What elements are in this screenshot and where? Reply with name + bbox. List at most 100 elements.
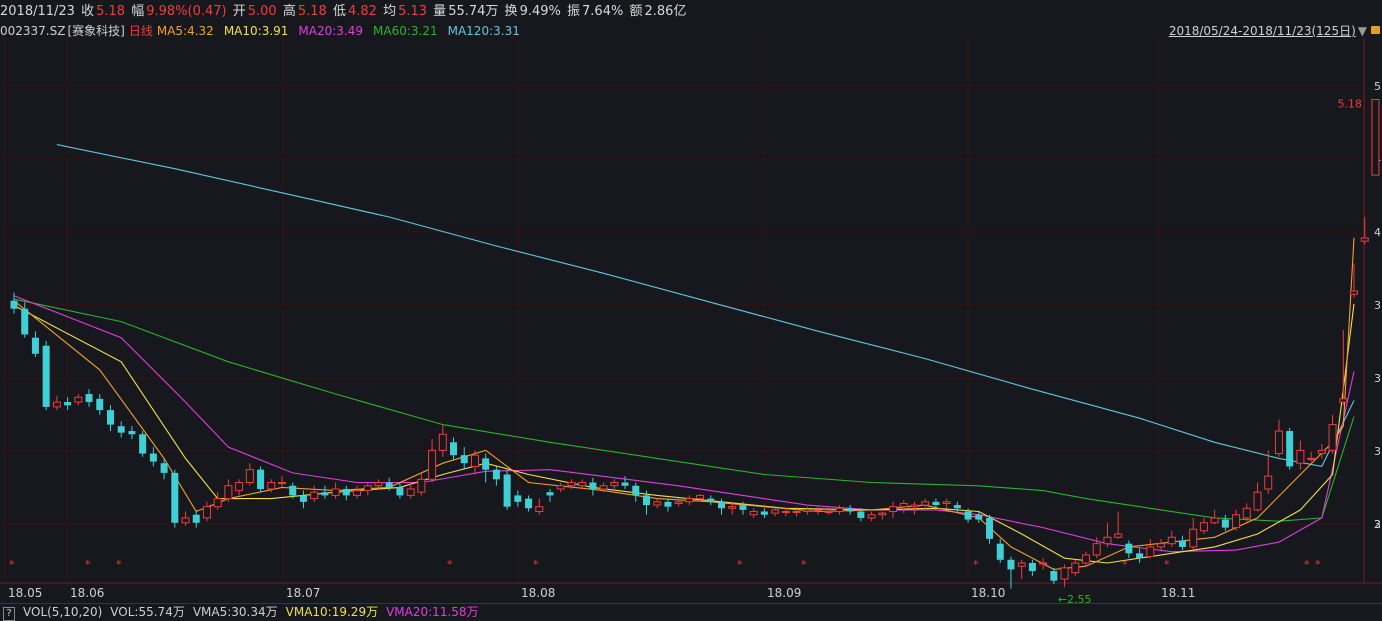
candle-body: [299, 495, 307, 502]
candle-body: [128, 431, 136, 435]
candle-body: [781, 511, 790, 513]
candle-body: [953, 505, 961, 509]
x-tick-label: 18.11: [1161, 586, 1195, 600]
candle-body: [310, 491, 319, 500]
dropdown-triangle-icon[interactable]: ▼: [1358, 24, 1367, 38]
high-value: 5.18: [297, 4, 327, 19]
candle-body: [385, 482, 393, 488]
candle-body: [760, 511, 768, 515]
candle-body: [1242, 507, 1251, 519]
amount-value: 2.86亿: [644, 4, 687, 19]
candle-body: [1296, 449, 1305, 464]
ma60-line: [13, 298, 1355, 522]
candle-body: [589, 482, 597, 489]
candle-body: [74, 396, 83, 403]
candle-body: [396, 487, 404, 496]
candle-body: [621, 482, 629, 486]
candle-body: [353, 490, 362, 496]
vol-params: VOL(5,10,20): [23, 605, 103, 619]
event-star-icon: *: [1315, 558, 1321, 571]
candle-body: [331, 488, 340, 496]
candle-body: [267, 482, 276, 490]
low-label: 低: [332, 4, 346, 19]
event-star-icon: *: [1164, 558, 1170, 571]
date-range-text[interactable]: 2018/05/24-2018/11/23(125日): [1169, 24, 1356, 38]
y-tick-label: 2.: [1374, 518, 1382, 531]
candle-body: [417, 478, 426, 493]
stock-code: 002337.SZ: [0, 24, 66, 38]
open-value: 5.00: [247, 4, 277, 19]
candle-body: [42, 345, 50, 407]
candle-body: [996, 543, 1004, 560]
candle-body: [342, 488, 350, 496]
candle-body: [224, 485, 233, 500]
candle-body: [921, 501, 930, 506]
candle-body: [964, 511, 972, 520]
event-star-icon: *: [85, 558, 91, 571]
candle-body: [546, 492, 554, 496]
candle-body: [106, 410, 114, 425]
candle-body: [1232, 514, 1241, 529]
candle-body: [610, 482, 619, 487]
help-icon[interactable]: ?: [3, 607, 15, 621]
candle-body: [1339, 398, 1348, 403]
swing-value: 7.64%: [582, 4, 624, 19]
candle-body: [52, 401, 61, 408]
candle-body: [642, 495, 650, 506]
candle-body: [235, 482, 244, 492]
candle-body: [1103, 536, 1112, 545]
lock-icon[interactable]: [1371, 26, 1380, 34]
candle-body: [374, 482, 383, 487]
quote-date: 2018/11/23: [0, 4, 75, 19]
candle-body: [171, 472, 179, 523]
candle-body: [117, 426, 125, 433]
candle-body: [986, 517, 994, 539]
candle-body: [1136, 553, 1144, 559]
vol-label: 量: [433, 4, 447, 19]
avg-label: 均: [383, 4, 397, 19]
ma10-legend: MA10:3.91: [223, 24, 289, 38]
candle-body: [482, 458, 490, 470]
candle-body: [31, 337, 39, 354]
candle-body: [460, 455, 468, 464]
candle-body: [771, 509, 780, 514]
ma-legend-bar: 002337.SZ [赛象科技] 日线 MA5:4.32 MA10:3.91 MA20:3…: [0, 23, 530, 39]
x-tick-label: 18.06: [70, 586, 104, 600]
candle-body: [213, 498, 222, 508]
candle-body: [160, 463, 168, 473]
date-range[interactable]: 2018/05/24-2018/11/23(125日) ▼: [1169, 23, 1380, 39]
event-star-icon: *: [737, 558, 743, 571]
candle-body: [1157, 543, 1166, 548]
candle-body: [1199, 522, 1208, 532]
stock-name: [赛象科技]: [67, 24, 125, 38]
candle-body: [1317, 449, 1326, 455]
candle-body: [149, 453, 157, 462]
close-label: 收: [81, 4, 95, 19]
close-value: 5.18: [96, 4, 126, 19]
candle-body: [1125, 543, 1133, 554]
candle-body: [1360, 237, 1369, 242]
ma5-line: [13, 237, 1355, 570]
candle-body: [664, 501, 672, 507]
low-annotation: ←2.55: [1058, 593, 1092, 603]
candle-body: [492, 469, 500, 480]
candle-body: [1028, 563, 1036, 572]
candle-body: [450, 442, 458, 456]
amp-label: 幅: [131, 4, 145, 19]
candle-body: [814, 509, 822, 512]
candle-body: [632, 485, 640, 496]
candle-body: [470, 454, 479, 467]
candle-body: [192, 514, 200, 523]
x-tick-label: 18.05: [8, 586, 42, 600]
x-tick-label: 18.07: [286, 586, 320, 600]
y-tick-label: 4.: [1374, 226, 1382, 239]
candle-body: [1350, 290, 1358, 295]
period-selector[interactable]: 日线: [129, 24, 153, 38]
ma20-line: [13, 295, 1355, 553]
candlestick-chart[interactable]: 5.4.4.3.3.3.3.2.18.0518.0618.0718.0818.0…: [0, 38, 1382, 603]
candle-body: [899, 502, 908, 508]
candle-body: [257, 469, 265, 489]
candle-body: [739, 505, 747, 510]
candle-body: [1264, 475, 1273, 490]
candle-body: [1060, 567, 1069, 580]
